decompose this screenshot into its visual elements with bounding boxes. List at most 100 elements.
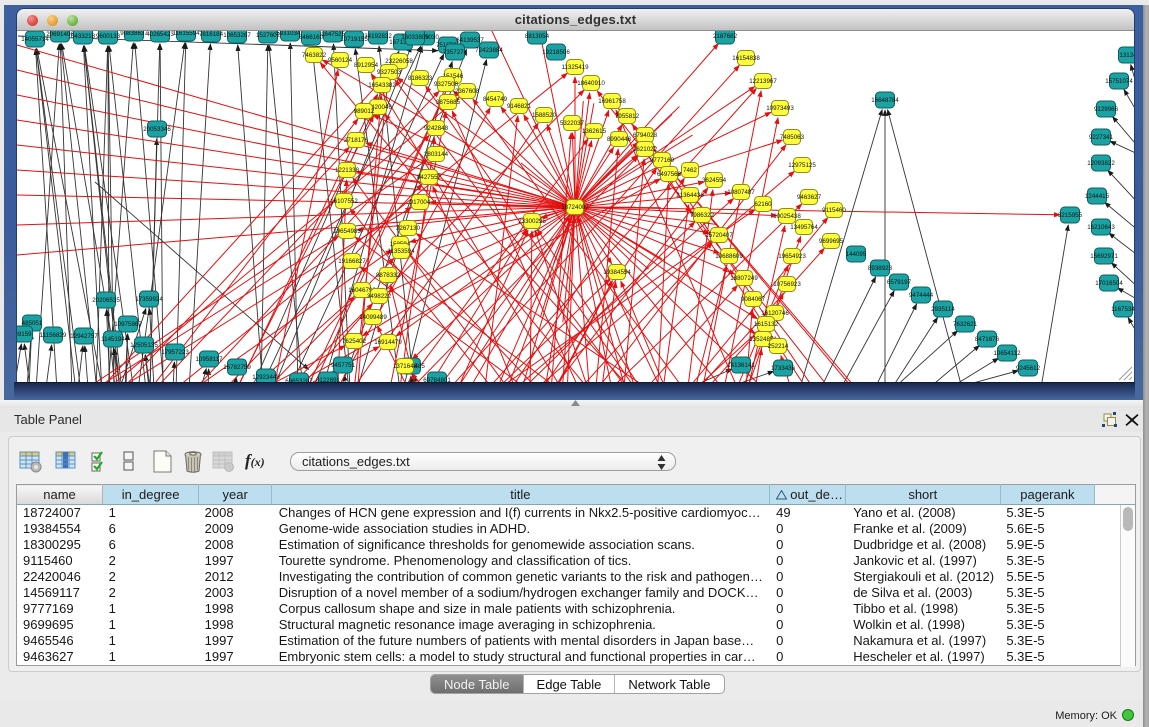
svg-text:9327508: 9327508 [434,81,459,88]
svg-text:989012: 989012 [354,108,375,115]
svg-text:6466160: 6466160 [299,34,324,41]
svg-text:13495764: 13495764 [790,224,818,231]
svg-text:16543382: 16543382 [368,82,396,89]
svg-text:16154838: 16154838 [732,55,760,62]
svg-text:9457751: 9457751 [331,362,356,369]
svg-text:11353594: 11353594 [387,248,415,255]
svg-text:16914479: 16914479 [374,339,402,346]
svg-text:20053346: 20053346 [143,126,171,133]
svg-text:144095: 144095 [846,251,867,258]
svg-text:9699695: 9699695 [819,238,844,245]
svg-text:8454749: 8454749 [483,96,508,103]
svg-text:10807487: 10807487 [727,189,755,196]
svg-text:6579197: 6579197 [887,279,912,286]
svg-text:1167534: 1167534 [1111,306,1134,313]
svg-text:16107552: 16107552 [330,198,358,205]
svg-text:64139537: 64139537 [456,37,484,44]
svg-text:1371648: 1371648 [393,363,418,370]
svg-text:69784801: 69784801 [423,377,451,382]
svg-text:0433218: 0433218 [71,33,96,40]
svg-text:18807249: 18807249 [730,275,758,282]
svg-text:16782759: 16782759 [223,364,251,371]
svg-text:9327503: 9327503 [377,69,402,76]
svg-text:19654983: 19654983 [333,228,361,235]
svg-text:1588520: 1588520 [532,112,557,119]
svg-text:11156829: 11156829 [40,332,67,339]
svg-text:8471676: 8471676 [975,336,1000,343]
svg-text:23226058: 23226058 [385,58,413,65]
svg-text:62160: 62160 [754,201,772,208]
svg-text:7816184: 7816184 [199,31,224,38]
svg-text:9129966: 9129966 [1094,106,1119,113]
svg-text:11615594: 11615594 [172,31,200,37]
svg-text:9600133: 9600133 [96,33,121,40]
svg-text:2187682: 2187682 [713,33,738,40]
svg-text:3624554: 3624554 [702,177,727,184]
svg-text:17016504: 17016504 [1095,280,1123,287]
svg-text:1244415: 1244415 [1085,193,1110,200]
svg-text:10654112: 10654112 [993,350,1021,357]
svg-text:10975867: 10975867 [114,321,142,328]
svg-text:9146821: 9146821 [507,103,532,110]
svg-text:2935114: 2935114 [931,306,955,313]
svg-text:8427552: 8427552 [417,174,442,181]
svg-text:18724007: 18724007 [561,204,589,211]
svg-text:14136141: 14136141 [727,362,755,369]
svg-text:90838637: 90838637 [120,31,148,37]
svg-text:2367608: 2367608 [455,88,480,95]
svg-text:11325419: 11325419 [561,64,589,71]
svg-text:10958117: 10958117 [195,356,223,363]
svg-text:8878332: 8878332 [376,272,401,279]
svg-text:10653267: 10653267 [223,32,251,39]
svg-text:72423884: 72423884 [475,47,503,54]
svg-text:19166827: 19166827 [338,258,366,265]
svg-text:10756923: 10756923 [773,281,801,288]
svg-text:9084067: 9084067 [741,296,766,303]
svg-text:7625402: 7625402 [342,338,367,345]
svg-text:1221338: 1221338 [335,167,360,174]
svg-text:16961758: 16961758 [598,98,626,105]
svg-text:7357274: 7357274 [443,49,468,56]
svg-text:9242848: 9242848 [424,125,449,132]
svg-text:15751074: 15751074 [1105,78,1133,85]
svg-text:39159: 39159 [17,331,32,338]
svg-text:252214: 252214 [768,343,789,350]
svg-text:7485063: 7485063 [780,134,805,141]
svg-text:19218506: 19218506 [542,49,570,56]
svg-text:10688609: 10688609 [715,253,743,260]
svg-text:2718176: 2718176 [344,137,369,144]
svg-text:5322037: 5322037 [560,120,585,127]
svg-text:9560124: 9560124 [328,57,353,64]
svg-text:12975125: 12975125 [788,162,816,169]
svg-text:7955812: 7955812 [615,113,640,120]
svg-text:12213967: 12213967 [749,78,777,85]
svg-text:6794028: 6794028 [633,132,658,139]
svg-text:7632621: 7632621 [953,321,978,328]
svg-text:21364436: 21364436 [676,192,704,199]
svg-text:8813054: 8813054 [525,33,550,40]
svg-text:7986322: 7986322 [690,212,715,219]
svg-text:1362615: 1362615 [582,128,607,135]
svg-text:18640910: 18640910 [577,80,605,87]
svg-text:9245612: 9245612 [1016,365,1041,372]
svg-text:19654923: 19654923 [778,253,806,260]
svg-text:16648784: 16648784 [871,97,899,104]
svg-text:40265423: 40265423 [146,31,174,38]
svg-text:16120746: 16120746 [761,310,789,317]
svg-text:20206535: 20206535 [92,297,120,304]
svg-text:16033809: 16033809 [401,34,429,41]
svg-text:3498222: 3498222 [367,293,392,300]
svg-text:19384554: 19384554 [603,269,631,276]
svg-text:8990448: 8990448 [607,136,632,143]
svg-text:8912954: 8912954 [354,62,379,69]
svg-text:7462: 7462 [683,167,697,174]
svg-text:8938923: 8938923 [868,265,893,272]
svg-text:17359924: 17359924 [135,296,163,303]
svg-text:9777169: 9777169 [650,157,675,164]
svg-text:15692971: 15692971 [1090,253,1118,260]
svg-text:13124: 13124 [1119,52,1134,59]
svg-text:3267130: 3267130 [396,225,421,232]
svg-text:12942757: 12942757 [70,333,98,340]
svg-text:0122691: 0122691 [316,377,341,382]
svg-text:12505135: 12505135 [130,342,158,349]
